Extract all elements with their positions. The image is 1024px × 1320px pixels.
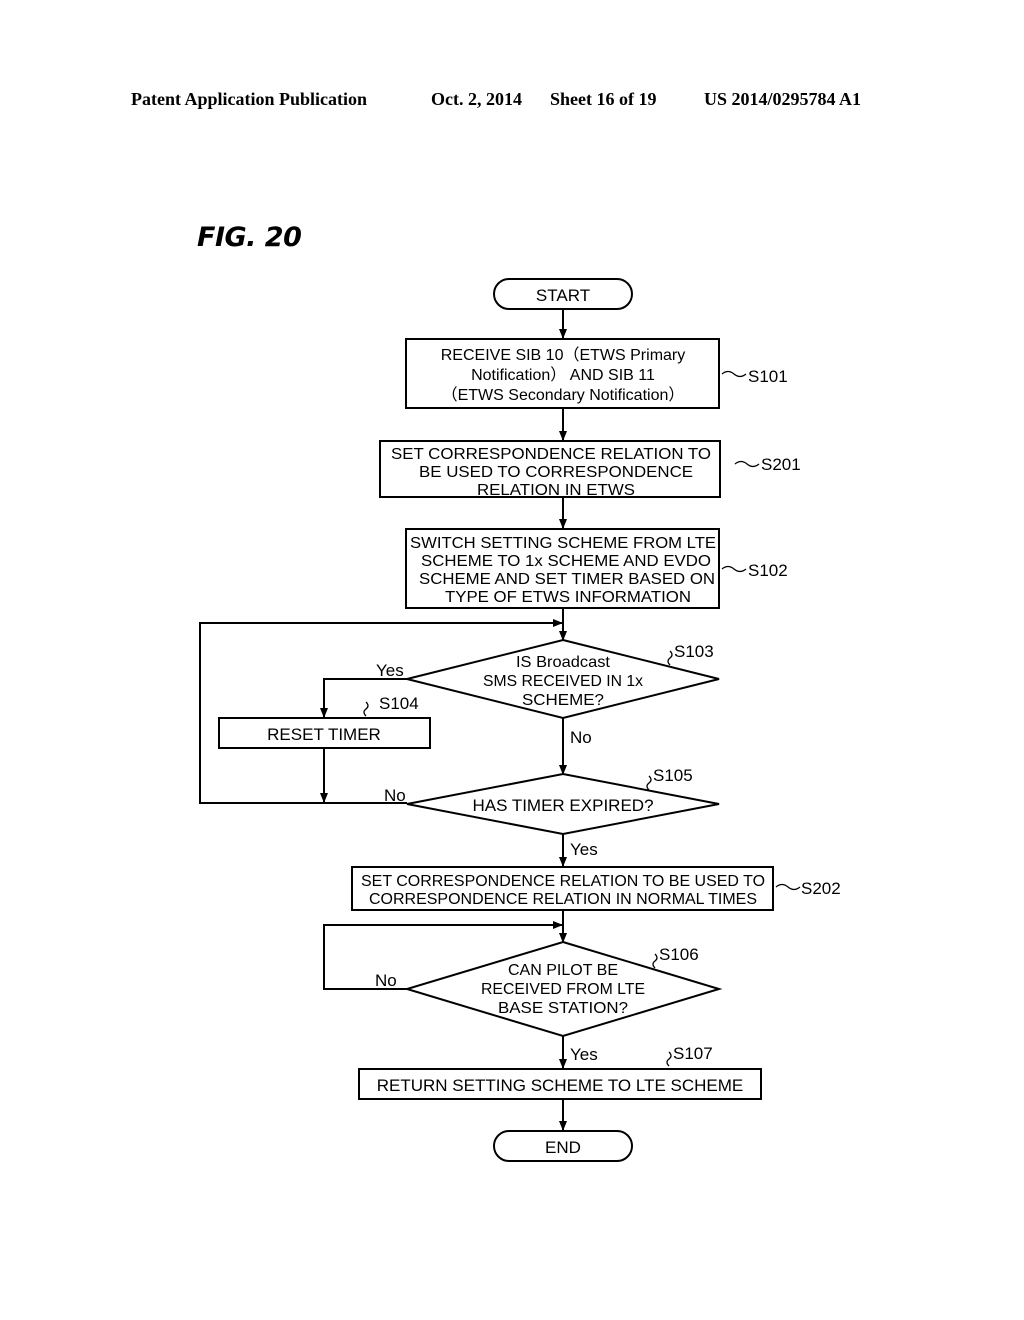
s101-leader bbox=[721, 370, 747, 378]
s104-line-1: RESET TIMER bbox=[267, 725, 381, 744]
end-terminal: END bbox=[493, 1130, 633, 1162]
s103-leader bbox=[667, 650, 673, 666]
s106-leader bbox=[652, 953, 658, 969]
step-s202: SET CORRESPONDENCE RELATION TO BE USED T… bbox=[351, 866, 774, 911]
s104-ref: S104 bbox=[379, 694, 419, 713]
s107-leader bbox=[666, 1051, 672, 1067]
s102-ref: S102 bbox=[748, 561, 788, 580]
start-terminal: START bbox=[493, 278, 633, 310]
s101-line-2: Notification） AND SIB 11 bbox=[471, 366, 655, 384]
s101-ref: S101 bbox=[748, 367, 788, 386]
s107-ref: S107 bbox=[673, 1044, 713, 1063]
s106-line-3: BASE STATION? bbox=[498, 1000, 628, 1017]
s202-line-2: CORRESPONDENCE RELATION IN NORMAL TIMES bbox=[369, 891, 757, 908]
s201-line-2: BE USED TO CORRESPONDENCE bbox=[419, 464, 693, 481]
s103-yes-label: Yes bbox=[376, 661, 404, 680]
step-s104: RESET TIMER bbox=[218, 717, 431, 749]
decision-s103: IS Broadcast SMS RECEIVED IN 1x SCHEME? bbox=[406, 638, 720, 720]
s107-line-1: RETURN SETTING SCHEME TO LTE SCHEME bbox=[377, 1076, 744, 1095]
s103-line-3: SCHEME? bbox=[522, 692, 604, 709]
s103-line-2: SMS RECEIVED IN 1x bbox=[483, 673, 643, 690]
s102-line-4: TYPE OF ETWS INFORMATION bbox=[445, 589, 691, 606]
s102-leader bbox=[721, 565, 747, 573]
start-label: START bbox=[536, 286, 590, 305]
s202-leader bbox=[775, 883, 801, 891]
s102-line-3: SCHEME AND SET TIMER BASED ON bbox=[419, 571, 715, 588]
s101-line-1: RECEIVE SIB 10（ETWS Primary bbox=[441, 346, 686, 364]
s106-line-1: CAN PILOT BE bbox=[508, 962, 618, 979]
s201-ref: S201 bbox=[761, 455, 801, 474]
step-s102: SWITCH SETTING SCHEME FROM LTE SCHEME TO… bbox=[405, 528, 720, 609]
s103-line-1: IS Broadcast bbox=[516, 654, 611, 671]
end-label: END bbox=[545, 1138, 581, 1157]
step-s101: RECEIVE SIB 10（ETWS Primary Notification… bbox=[405, 338, 720, 409]
s202-ref: S202 bbox=[801, 879, 841, 898]
s106-no-label: No bbox=[375, 971, 397, 990]
s105-ref: S105 bbox=[653, 766, 693, 785]
s105-line-1: HAS TIMER EXPIRED? bbox=[472, 796, 653, 815]
s103-no-label: No bbox=[570, 728, 592, 747]
s105-yes-label: Yes bbox=[570, 840, 598, 859]
s202-line-1: SET CORRESPONDENCE RELATION TO BE USED T… bbox=[361, 873, 765, 890]
s106-line-2: RECEIVED FROM LTE bbox=[481, 981, 645, 998]
flowchart: START RECEIVE SIB 10（ETWS Primary Notifi… bbox=[199, 278, 841, 1162]
s201-line-1: SET CORRESPONDENCE RELATION TO bbox=[391, 446, 711, 463]
s106-ref: S106 bbox=[659, 945, 699, 964]
s103-ref: S103 bbox=[674, 642, 714, 661]
step-s107: RETURN SETTING SCHEME TO LTE SCHEME bbox=[358, 1068, 762, 1100]
s101-line-3: （ETWS Secondary Notification） bbox=[442, 386, 685, 404]
s102-line-1: SWITCH SETTING SCHEME FROM LTE bbox=[410, 535, 716, 552]
s201-leader bbox=[734, 460, 760, 468]
arrow-s105-no-loop bbox=[199, 619, 563, 804]
s104-leader bbox=[363, 701, 369, 717]
s102-line-2: SCHEME TO 1x SCHEME AND EVDO bbox=[421, 553, 711, 570]
s106-yes-label: Yes bbox=[570, 1045, 598, 1064]
step-s201: SET CORRESPONDENCE RELATION TO BE USED T… bbox=[379, 440, 721, 499]
s105-leader bbox=[646, 775, 652, 791]
s201-line-3: RELATION IN ETWS bbox=[477, 482, 635, 499]
